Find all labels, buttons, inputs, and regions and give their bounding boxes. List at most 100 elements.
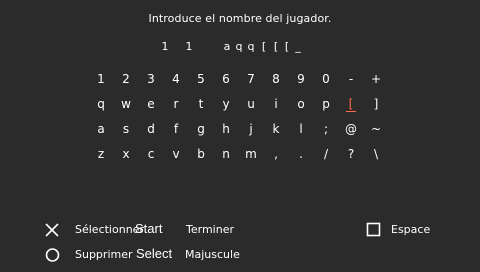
keyboard-key[interactable]: 7 (241, 69, 261, 89)
square-action-label: Espace (391, 223, 431, 236)
keyboard-key-label: r (173, 97, 179, 111)
keyboard-key[interactable]: 4 (166, 69, 186, 89)
start-action-label: Terminer (186, 223, 234, 236)
keyboard-key[interactable]: 6 (216, 69, 236, 89)
keyboard-key-label: i (274, 97, 278, 111)
keyboard-key-selected[interactable]: [ (341, 94, 361, 114)
keyboard-key-label: 8 (272, 72, 280, 86)
keyboard-key[interactable]: a (91, 119, 111, 139)
keyboard-key[interactable]: i (266, 94, 286, 114)
keyboard-key[interactable]: e (141, 94, 161, 114)
keyboard-key-label: - (348, 72, 354, 86)
keyboard-key-label: e (147, 97, 155, 111)
keyboard-key[interactable]: x (116, 144, 136, 164)
keyboard-key[interactable]: h (216, 119, 236, 139)
keyboard-key-label: ~ (370, 122, 382, 136)
keyboard-key-label: 1 (97, 72, 105, 86)
keyboard-key[interactable]: ? (341, 144, 361, 164)
keyboard-key[interactable]: ~ (366, 119, 386, 139)
keyboard-key[interactable]: r (166, 94, 186, 114)
keyboard-key[interactable]: ; (316, 119, 336, 139)
keyboard-key-label: , (274, 147, 278, 161)
keyboard-key[interactable]: ] (366, 94, 386, 114)
keyboard-key[interactable]: 3 (141, 69, 161, 89)
keyboard-key-label: d (147, 122, 155, 136)
keyboard-key-label: p (322, 97, 330, 111)
keyboard-key-label: t (198, 97, 204, 111)
keyboard-key-label: f (173, 122, 179, 136)
keyboard-key[interactable]: j (241, 119, 261, 139)
keyboard-key-label: c (147, 147, 155, 161)
keyboard-key-label: @ (345, 122, 357, 136)
keyboard-key[interactable]: 0 (316, 69, 336, 89)
keyboard-key-label: + (370, 72, 382, 86)
keyboard-key-label: ] (373, 97, 379, 111)
keyboard-key-label: l (299, 122, 303, 136)
keyboard-key[interactable]: d (141, 119, 161, 139)
keyboard-key-label: 7 (247, 72, 255, 86)
keyboard-key-label: g (197, 122, 205, 136)
keyboard-key-label: 3 (147, 72, 155, 86)
keyboard-key-label: 9 (297, 72, 305, 86)
keyboard-key[interactable]: s (116, 119, 136, 139)
keyboard-key-label: x (122, 147, 130, 161)
keyboard-key[interactable]: b (191, 144, 211, 164)
keyboard-key-label: 4 (172, 72, 180, 86)
keyboard-key-label: n (222, 147, 230, 161)
keyboard-key[interactable]: + (366, 69, 386, 89)
keyboard-key[interactable]: p (316, 94, 336, 114)
keyboard-key-label: ? (347, 147, 355, 161)
keyboard-key[interactable]: y (216, 94, 236, 114)
select-action-label: Majuscule (185, 248, 240, 261)
keyboard-key[interactable]: z (91, 144, 111, 164)
keyboard-key[interactable]: @ (341, 119, 361, 139)
keyboard-key[interactable]: f (166, 119, 186, 139)
keyboard-key-label: m (245, 147, 257, 161)
keyboard-key[interactable]: o (291, 94, 311, 114)
keyboard-key[interactable]: u (241, 94, 261, 114)
circle-icon (45, 247, 61, 263)
keyboard-key[interactable]: / (316, 144, 336, 164)
keyboard-key[interactable]: 9 (291, 69, 311, 89)
keyboard-key[interactable]: \ (366, 144, 386, 164)
keyboard-key-label: / (323, 147, 329, 161)
keyboard-key-label: 2 (122, 72, 130, 86)
keyboard-key[interactable]: - (341, 69, 361, 89)
start-button-word: Start (135, 221, 163, 236)
keyboard-key-label: 5 (197, 72, 205, 86)
keyboard-key[interactable]: t (191, 94, 211, 114)
square-button-legend: Espace (366, 222, 466, 240)
keyboard-key-label: h (222, 122, 230, 136)
keyboard-key-label: s (122, 122, 130, 136)
keyboard-key[interactable]: g (191, 119, 211, 139)
keyboard-key[interactable]: w (116, 94, 136, 114)
keyboard-key[interactable]: , (266, 144, 286, 164)
keyboard-key[interactable]: v (166, 144, 186, 164)
keyboard-key[interactable]: k (266, 119, 286, 139)
keyboard-key-label: b (197, 147, 205, 161)
keyboard-key[interactable]: 1 (91, 69, 111, 89)
keyboard-key[interactable]: c (141, 144, 161, 164)
keyboard-key[interactable]: . (291, 144, 311, 164)
circle-action-label: Supprimer (75, 248, 133, 261)
keyboard-key[interactable]: 5 (191, 69, 211, 89)
keyboard-key-label: q (97, 97, 105, 111)
keyboard-key[interactable]: m (241, 144, 261, 164)
keyboard-key-label: u (247, 97, 255, 111)
square-icon (366, 222, 382, 238)
keyboard-key-label: ; (323, 122, 329, 136)
keyboard-key-label: 0 (322, 72, 330, 86)
keyboard-key-label: z (97, 147, 105, 161)
keyboard-key-label: . (299, 147, 303, 161)
keyboard-key-label: j (249, 122, 253, 136)
keyboard-key[interactable]: n (216, 144, 236, 164)
keyboard-key-label: v (172, 147, 180, 161)
keyboard-key[interactable]: l (291, 119, 311, 139)
keyboard-key-label: a (97, 122, 105, 136)
keyboard-key[interactable]: 8 (266, 69, 286, 89)
cross-icon (44, 222, 60, 238)
keyboard-key-label: y (222, 97, 230, 111)
keyboard-key[interactable]: 2 (116, 69, 136, 89)
selection-cursor (346, 111, 356, 112)
keyboard-key[interactable]: q (91, 94, 111, 114)
